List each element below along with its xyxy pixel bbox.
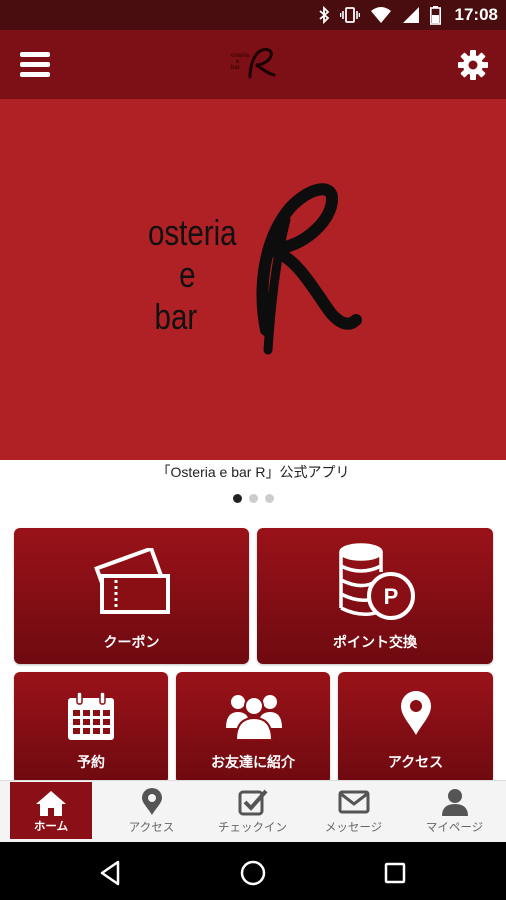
bottom-nav: ホーム アクセス チェックイン メッセージ マイページ — [0, 780, 506, 842]
access-tile[interactable]: アクセス — [338, 672, 493, 784]
appbar-logo: osteria e bar — [231, 47, 276, 79]
recents-icon[interactable] — [380, 858, 410, 888]
nav-mypage[interactable]: マイページ — [404, 781, 505, 843]
reserve-tile[interactable]: 予約 — [14, 672, 168, 784]
system-nav-bar — [0, 842, 506, 900]
nav-mypage-label: マイページ — [425, 820, 484, 834]
coupon-label: クーポン — [103, 635, 160, 651]
coupon-tile[interactable]: クーポン — [14, 528, 249, 664]
nav-checkin-label: チェックイン — [218, 820, 287, 834]
map-pin-icon — [141, 788, 162, 815]
app-caption: 「Osteria e bar R」公式アプリ — [156, 464, 350, 480]
vibrate-icon — [339, 7, 360, 23]
nav-home[interactable]: ホーム — [10, 782, 92, 839]
status-time: 17:08 — [454, 5, 498, 24]
access-label: アクセス — [387, 755, 444, 771]
nav-message-label: メッセージ — [324, 820, 383, 834]
reserve-label: 予約 — [77, 755, 105, 771]
carousel-dot[interactable] — [232, 494, 242, 503]
map-pin-icon — [401, 691, 431, 735]
carousel-dot[interactable] — [248, 494, 258, 503]
status-bar: 17:08 — [0, 0, 506, 30]
signal-icon — [402, 7, 419, 23]
nav-home-label: ホーム — [33, 819, 69, 833]
hamburger-menu-icon[interactable] — [20, 52, 52, 78]
points-tile[interactable]: P ポイント交換 — [257, 528, 493, 664]
carousel-dots — [0, 494, 506, 503]
wifi-icon — [370, 7, 391, 23]
points-label: ポイント交換 — [333, 635, 417, 651]
point-coins-icon: P — [339, 543, 415, 620]
refer-tile[interactable]: お友達に紹介 — [176, 672, 330, 784]
nav-checkin[interactable]: チェックイン — [202, 781, 303, 843]
status-icons: 17:08 — [318, 4, 498, 26]
nav-message[interactable]: メッセージ — [303, 781, 404, 843]
nav-access-label: アクセス — [128, 820, 175, 834]
friends-group-icon — [226, 695, 282, 741]
svg-text:P: P — [384, 584, 399, 609]
gear-icon[interactable] — [457, 49, 489, 81]
ticket-icon — [94, 548, 170, 614]
home-icon — [36, 791, 66, 816]
battery-icon — [429, 5, 441, 25]
home-circle-icon[interactable] — [238, 858, 268, 888]
back-icon[interactable] — [96, 858, 126, 888]
svg-text:bar: bar — [231, 65, 240, 71]
bluetooth-icon — [318, 6, 329, 24]
nav-access[interactable]: アクセス — [101, 781, 202, 843]
envelope-icon — [338, 790, 369, 814]
hero-logo-R — [256, 183, 362, 355]
svg-text:osteria: osteria — [231, 53, 250, 59]
refer-label: お友達に紹介 — [211, 755, 295, 771]
checkbox-icon — [238, 789, 267, 816]
calendar-icon — [68, 691, 114, 740]
user-icon — [441, 789, 468, 816]
carousel-dot[interactable] — [264, 494, 274, 503]
